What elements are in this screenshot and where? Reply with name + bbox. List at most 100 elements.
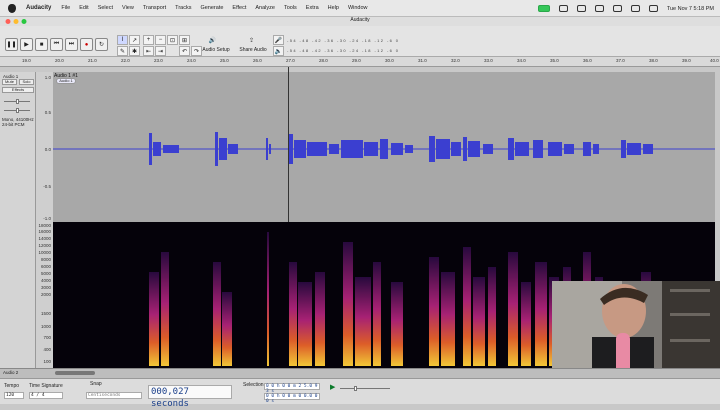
spec-axis-label: 100 — [43, 359, 51, 364]
menu-app-name[interactable]: Audacity — [26, 5, 51, 11]
menu-view[interactable]: View — [122, 5, 134, 11]
envelope-tool[interactable]: ↗ — [129, 35, 140, 45]
pan-slider-knob[interactable] — [16, 108, 19, 113]
control-center-icon[interactable] — [648, 5, 658, 12]
play-speed-slider[interactable] — [340, 386, 390, 391]
fit-selection-icon[interactable]: ⊡ — [167, 35, 178, 45]
share-icon[interactable]: ⇪ — [246, 35, 257, 45]
spec-axis-label: 8000 — [40, 257, 51, 262]
trim-icon[interactable]: ⇤ — [143, 46, 154, 56]
effects-button[interactable]: Effects — [2, 87, 34, 93]
silence-icon[interactable]: ⇥ — [155, 46, 166, 56]
fit-project-icon[interactable]: ⊞ — [179, 35, 190, 45]
menu-file[interactable]: File — [61, 5, 70, 11]
ruler-label: 37.0 — [616, 58, 625, 63]
menu-select[interactable]: Select — [98, 5, 113, 11]
audio-setup-button[interactable]: Audio Setup — [199, 47, 233, 53]
track-vertical-ruler[interactable]: 1.0 0.5 0.0 -0.5 -1.0 18000 16000 14000 … — [36, 72, 53, 368]
menu-tools[interactable]: Tools — [284, 5, 297, 11]
spec-axis-label: 4000 — [40, 278, 51, 283]
pan-slider[interactable] — [4, 108, 30, 113]
multi-tool[interactable]: ✱ — [129, 46, 140, 56]
menu-extra[interactable]: Extra — [306, 5, 319, 11]
menu-window[interactable]: Window — [348, 5, 368, 11]
loop-button[interactable]: ↻ — [95, 38, 108, 51]
selection-start-field[interactable]: 0 0 h 0 0 m 2 5.0 9 3 s — [264, 383, 320, 394]
speaker-meter-icon[interactable]: 🔈 — [273, 46, 284, 56]
waveform-view[interactable] — [53, 72, 715, 222]
apple-icon[interactable] — [8, 3, 16, 13]
selection-end-field[interactable]: 0 0 h 0 0 m 0 0.0 0 0 s — [264, 393, 320, 404]
ruler-label: 29.0 — [352, 58, 361, 63]
wave-axis-label: -1.0 — [43, 216, 51, 221]
menu-help[interactable]: Help — [328, 5, 339, 11]
snap-label: Snap — [90, 381, 102, 387]
snap-select[interactable]: Centiseconds — [86, 392, 142, 399]
spec-axis-label: 5000 — [40, 271, 51, 276]
ruler-label: 26.0 — [253, 58, 262, 63]
ruler-label: 40.0 — [710, 58, 719, 63]
ruler-label: 24.0 — [187, 58, 196, 63]
gain-slider[interactable] — [4, 99, 30, 104]
ruler-label: 36.0 — [583, 58, 592, 63]
solo-button[interactable]: Solo — [19, 79, 34, 85]
ruler-label: 19.0 — [22, 58, 31, 63]
ruler-label: 30.0 — [385, 58, 394, 63]
timeline-ruler[interactable]: 19.0 20.0 21.0 22.0 23.0 24.0 25.0 26.0 … — [0, 57, 720, 67]
menu-generate[interactable]: Generate — [200, 5, 223, 11]
menu-analyze[interactable]: Analyze — [255, 5, 275, 11]
zoom-in-icon[interactable]: + — [143, 35, 154, 45]
status-icon[interactable] — [558, 5, 568, 12]
tempo-field[interactable]: 120 — [4, 392, 24, 399]
time-display[interactable]: 000,027 seconds — [148, 385, 232, 409]
spec-axis-label: 12000 — [38, 243, 51, 248]
status-icon-2[interactable] — [576, 5, 586, 12]
share-audio-button[interactable]: Share Audio — [236, 47, 270, 53]
draw-tool[interactable]: ✎ — [117, 46, 128, 56]
status-icon-3[interactable] — [594, 5, 604, 12]
spec-axis-label: 3000 — [40, 285, 51, 290]
time-signature-field[interactable]: 4 / 4 — [29, 392, 63, 399]
playback-cursor[interactable] — [288, 67, 289, 222]
menubar-clock[interactable]: Tue Nov 7 5:18 PM — [667, 6, 714, 12]
track-2-header[interactable]: Audio 2 — [0, 368, 720, 378]
pause-button[interactable]: ❚❚ — [5, 38, 18, 51]
stop-button[interactable]: ■ — [35, 38, 48, 51]
screen-record-icon[interactable] — [537, 5, 550, 12]
zoom-out-icon[interactable]: − — [155, 35, 166, 45]
selection-label: Selection — [243, 382, 264, 388]
menu-effect[interactable]: Effect — [232, 5, 246, 11]
menu-tracks[interactable]: Tracks — [175, 5, 191, 11]
spec-axis-label: 400 — [43, 347, 51, 352]
ruler-label: 22.0 — [121, 58, 130, 63]
play-at-speed-icon[interactable]: ▶ — [330, 383, 335, 391]
gain-slider-knob[interactable] — [16, 99, 19, 104]
spec-axis-label: 700 — [43, 335, 51, 340]
time-signature-label: Time Signature — [29, 383, 63, 389]
play-speed-knob[interactable] — [354, 386, 357, 391]
record-button[interactable]: ● — [80, 38, 93, 51]
skip-end-button[interactable]: ⏭ — [65, 38, 78, 51]
mic-meter-icon[interactable]: 🎤 — [273, 35, 284, 45]
play-button[interactable]: ▶ — [20, 38, 33, 51]
ruler-label: 28.0 — [319, 58, 328, 63]
skip-start-button[interactable]: ⏮ — [50, 38, 63, 51]
clip-label[interactable]: Audio 1 — [56, 78, 76, 84]
mute-button[interactable]: Mute — [2, 79, 17, 85]
menu-transport[interactable]: Transport — [143, 5, 166, 11]
selection-tool[interactable]: I — [117, 35, 128, 45]
ruler-label: 20.0 — [55, 58, 64, 63]
spec-axis-label: 2000 — [40, 292, 51, 297]
menu-edit[interactable]: Edit — [79, 5, 88, 11]
wifi-icon[interactable] — [612, 5, 622, 12]
ruler-label: 27.0 — [286, 58, 295, 63]
track-2-name[interactable]: Audio 2 — [3, 370, 18, 375]
speaker-icon[interactable]: 🔊 — [207, 35, 218, 45]
undo-icon[interactable]: ↶ — [179, 46, 190, 56]
search-icon[interactable] — [630, 5, 640, 12]
horizontal-scrollbar[interactable] — [55, 371, 95, 375]
menu-bar: Audacity File Edit Select View Transport… — [0, 0, 720, 17]
playback-meter-scale[interactable]: -54 -48 -42 -36 -30 -24 -18 -12 -6 0 — [287, 48, 399, 54]
record-meter-scale[interactable]: -54 -48 -42 -36 -30 -24 -18 -12 -6 0 — [287, 38, 399, 44]
track-format-info: Mono, 44100Hz 24-bit PCM — [2, 117, 34, 127]
